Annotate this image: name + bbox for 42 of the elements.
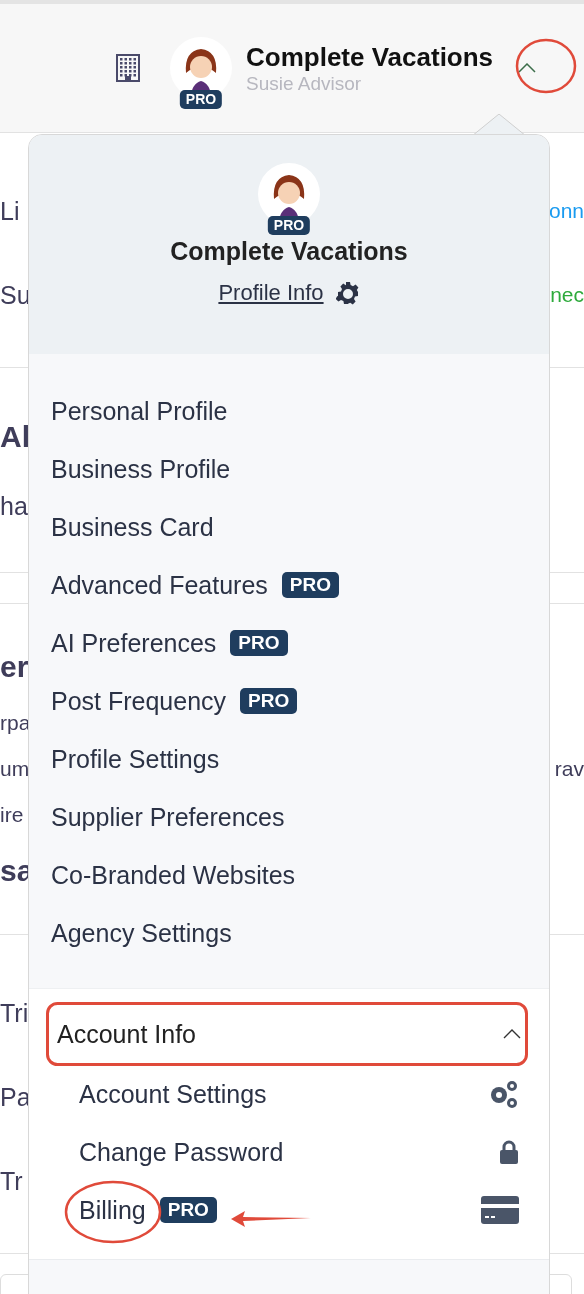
gear-icon (335, 281, 360, 305)
pro-badge: PRO (281, 571, 339, 599)
lock-icon (499, 1140, 519, 1164)
page-text: ire (0, 803, 24, 827)
page-text: ha (0, 491, 28, 521)
credit-card-icon (481, 1196, 519, 1224)
menu-item[interactable]: AI Preferences PRO (29, 614, 549, 672)
submenu-item[interactable]: Billing PRO (29, 1181, 549, 1239)
page-text: Al (0, 420, 30, 454)
page-text: Tr (0, 1166, 23, 1196)
pro-badge: PRO (159, 1196, 217, 1224)
account-name: Complete Vacations (246, 41, 494, 73)
page-text: Li (0, 196, 20, 226)
menu-item[interactable]: Business Card (29, 498, 549, 556)
menu-item[interactable]: Profile Settings (29, 730, 549, 788)
menu-item[interactable]: Personal Profile (29, 382, 549, 440)
highlight-ellipse (515, 38, 577, 94)
menu-item[interactable]: Agency Settings (29, 904, 549, 962)
menu-item[interactable]: Supplier Preferences (29, 788, 549, 846)
page-text: Tri (0, 998, 29, 1028)
user-name: Susie Advisor (246, 72, 363, 95)
menu-item[interactable]: Co-Branded Websites (29, 846, 549, 904)
building-icon (116, 54, 140, 82)
page-text: er (0, 650, 29, 684)
chevron-up-icon (503, 1029, 521, 1039)
pro-badge: PRO (230, 629, 288, 657)
page-text: um (0, 757, 30, 781)
profile-info-link[interactable]: Profile Info (218, 280, 324, 306)
submenu-item[interactable]: Account Settings (29, 1065, 549, 1123)
account-info-toggle[interactable]: Account Info (29, 1003, 549, 1065)
menu-item[interactable]: Advanced Features PRO (29, 556, 549, 614)
page-text: nec (550, 283, 584, 307)
menu-item[interactable]: Business Profile (29, 440, 549, 498)
menu-item[interactable]: Post Frequency PRO (29, 672, 549, 730)
chevron-up-icon (518, 63, 537, 73)
pro-badge: PRO (179, 89, 223, 109)
submenu-item[interactable]: Change Password (29, 1123, 549, 1181)
pro-badge: PRO (240, 687, 298, 715)
page-text: onn (548, 199, 584, 223)
account-name: Complete Vacations (170, 237, 408, 266)
page-text: rav (554, 757, 584, 781)
pro-badge: PRO (267, 215, 311, 235)
